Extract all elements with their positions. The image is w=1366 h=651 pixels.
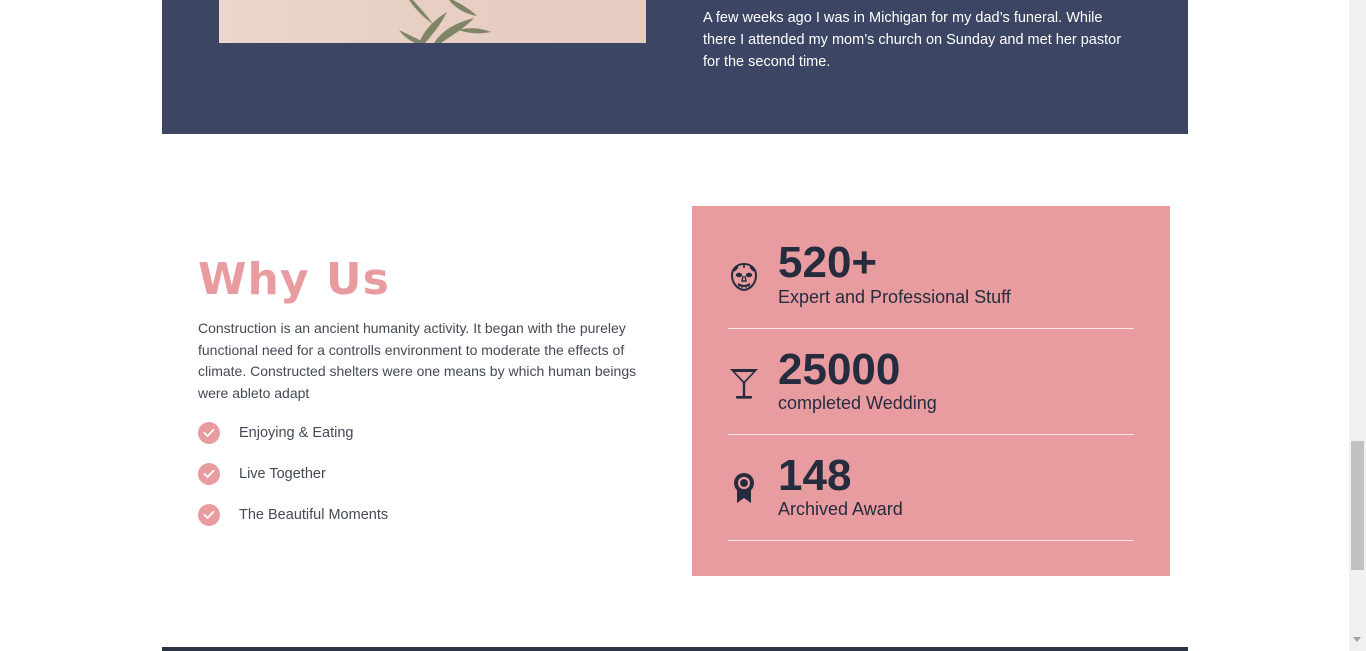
stat-item: 520+ Expert and Professional Stuff xyxy=(728,223,1134,329)
footer-top-edge xyxy=(162,647,1188,651)
stat-label: completed Wedding xyxy=(778,393,937,413)
stat-item: 25000 completed Wedding xyxy=(728,329,1134,435)
stat-number: 520+ xyxy=(778,238,878,287)
check-circle-icon xyxy=(198,422,220,444)
story-text: A few weeks ago I was in Michigan for my… xyxy=(703,9,1122,70)
stats-panel: 520+ Expert and Professional Stuff 25000… xyxy=(692,206,1170,576)
award-ribbon-icon xyxy=(728,471,760,511)
mask-icon xyxy=(728,261,760,301)
scrollbar-thumb[interactable] xyxy=(1351,441,1364,570)
cocktail-glass-icon xyxy=(728,366,760,406)
feature-label: The Beautiful Moments xyxy=(239,507,389,523)
stat-number: 25000 xyxy=(778,345,901,394)
feature-item: Live Together xyxy=(198,463,388,504)
scroll-down-arrow-icon[interactable] xyxy=(1353,637,1361,642)
stat-label: Expert and Professional Stuff xyxy=(778,287,1011,307)
stat-label: Archived Award xyxy=(778,499,903,519)
stat-number: 148 xyxy=(778,451,852,500)
check-circle-icon xyxy=(198,504,220,526)
feature-list: Enjoying & Eating Live Together The Beau… xyxy=(198,422,388,545)
story-section: A few weeks ago I was in Michigan for my… xyxy=(162,0,1188,134)
feature-item: Enjoying & Eating xyxy=(198,422,388,463)
feature-label: Live Together xyxy=(239,466,326,482)
feature-item: The Beautiful Moments xyxy=(198,504,388,545)
page-scrollbar[interactable] xyxy=(1349,0,1366,651)
check-circle-icon xyxy=(198,463,220,485)
plant-photo xyxy=(219,0,646,43)
feature-label: Enjoying & Eating xyxy=(239,425,354,441)
stat-item: 148 Archived Award xyxy=(728,435,1134,541)
why-us-title: Why Us xyxy=(198,254,390,305)
why-us-description: Construction is an ancient humanity acti… xyxy=(198,320,637,401)
